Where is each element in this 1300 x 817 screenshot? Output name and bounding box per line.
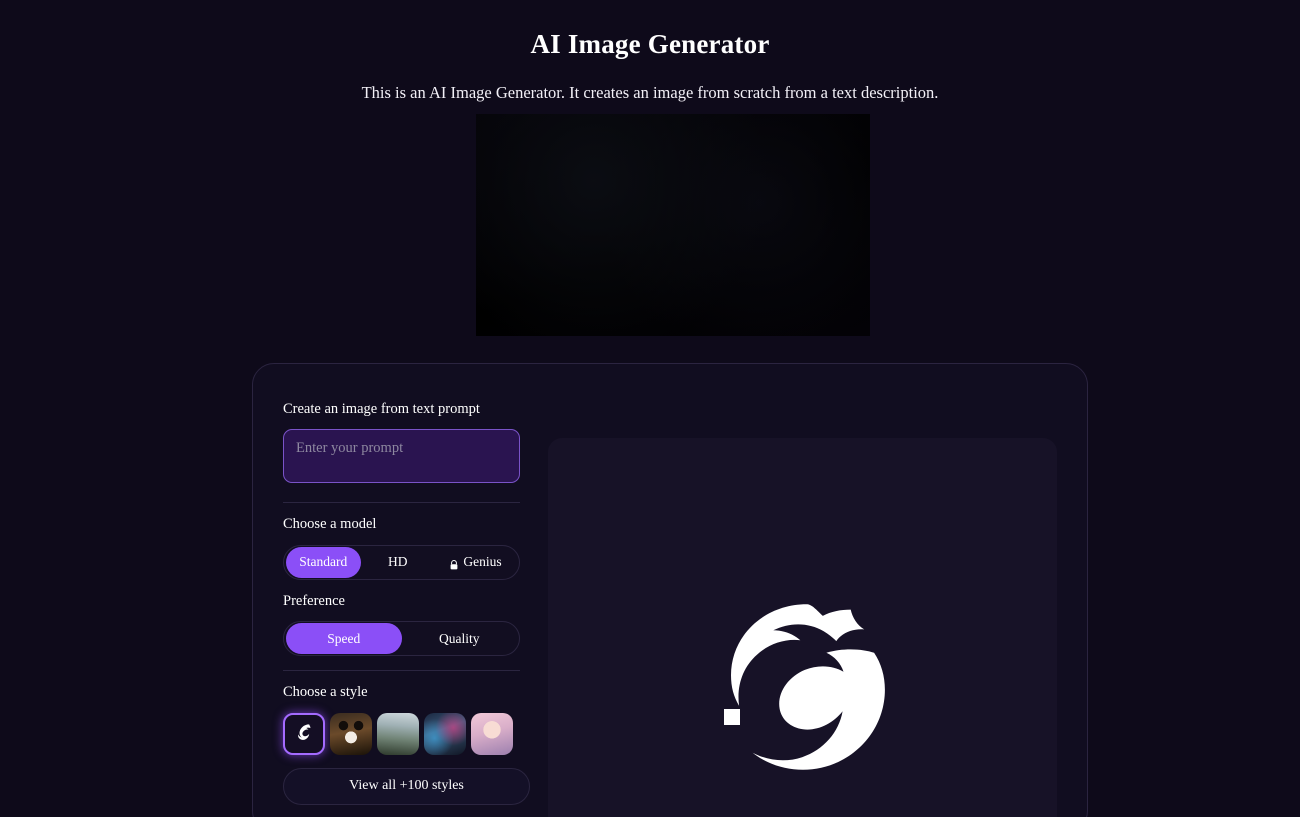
preference-option-speed[interactable]: Speed [286,623,402,655]
style-thumb-forest[interactable] [377,712,419,755]
model-option-standard-label: Standard [299,554,348,570]
lock-icon [450,558,458,570]
page-header: AI Image Generator This is an AI Image G… [0,0,1300,103]
prompt-input[interactable] [283,429,520,484]
page-title: AI Image Generator [530,29,770,59]
model-segmented-control: Standard HD Genius [283,544,520,580]
style-thumb-anime[interactable] [471,712,513,755]
view-all-styles-button[interactable]: View all +100 styles [283,767,530,805]
style-thumb-scifi[interactable] [424,712,466,755]
hero-video-frame [476,114,870,336]
model-option-standard[interactable]: Standard [286,546,361,578]
dolphin-logo [713,597,893,777]
style-thumbnail-row [283,712,520,755]
style-thumb-no-style[interactable] [283,712,325,755]
model-option-hd[interactable]: HD [361,547,436,578]
preference-segmented-control: Speed Quality [283,621,520,657]
preference-label: Preference [283,592,345,609]
white-square-marker [724,709,740,725]
model-option-genius-label: Genius [463,554,502,570]
divider-after-preference [283,670,520,672]
image-preview-panel [548,438,1057,817]
hero-video[interactable] [476,114,870,336]
model-option-genius[interactable]: Genius [435,547,517,578]
controls-column: Create an image from text prompt Choose … [283,392,530,817]
model-label: Choose a model [283,516,377,533]
dolphin-swirl-icon [295,722,314,746]
preference-option-quality[interactable]: Quality [402,623,518,654]
style-thumb-panda[interactable] [330,712,372,755]
divider-after-prompt [283,502,520,504]
generator-card: Create an image from text prompt Choose … [252,363,1088,817]
model-option-hd-label: HD [388,554,408,570]
preference-option-speed-label: Speed [327,630,361,646]
preference-option-quality-label: Quality [439,630,480,646]
prompt-label: Create an image from text prompt [283,401,480,417]
style-label: Choose a style [283,684,368,701]
page-subtitle: This is an AI Image Generator. It create… [361,83,939,103]
